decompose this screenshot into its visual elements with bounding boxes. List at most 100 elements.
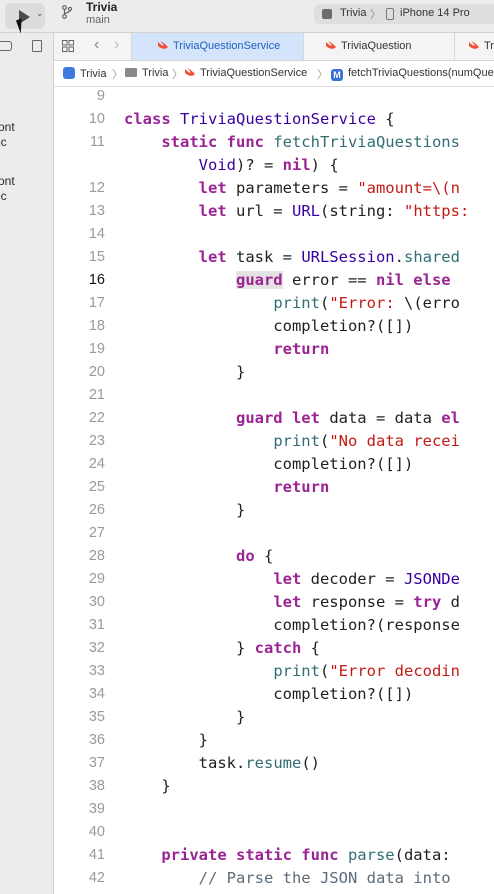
code-line[interactable]: 9 (54, 87, 494, 108)
code-line[interactable]: 15 let task = URLSession.shared (54, 246, 494, 269)
code-line[interactable]: 37 task.resume() (54, 752, 494, 775)
code-line[interactable]: 10 class TriviaQuestionService { (54, 108, 494, 131)
code-line[interactable]: 32 } catch { (54, 637, 494, 660)
project-name[interactable]: Trivia (86, 0, 117, 14)
code-text: Void)? = nil) { (124, 154, 339, 177)
code-token: (string: (319, 202, 404, 220)
code-token: fetchTriviaQuestions (273, 133, 460, 151)
line-number: 35 (88, 709, 105, 725)
code-line[interactable]: 22 guard let data = data el (54, 407, 494, 430)
line-number: 16 (88, 272, 105, 288)
tab-trivia-question-service[interactable]: TriviaQuestionService (131, 33, 303, 60)
code-token: (data: (394, 846, 451, 864)
code-line[interactable]: 31 completion?(response (54, 614, 494, 637)
code-line[interactable]: 17 print("Error: \(erro (54, 292, 494, 315)
code-token: d (450, 593, 460, 611)
code-line[interactable]: 26 } (54, 499, 494, 522)
code-token: \(erro (403, 294, 460, 312)
code-line[interactable]: 20 } (54, 361, 494, 384)
code-line[interactable]: 19 return (54, 338, 494, 361)
code-line[interactable]: 21 (54, 384, 494, 407)
code-token: "amount=\(n (357, 179, 460, 197)
line-number: 41 (88, 847, 105, 863)
breadcrumb-separator: 〉 (172, 69, 183, 81)
device-icon (386, 8, 394, 20)
swift-icon (326, 41, 336, 49)
code-text: guard error == nil else (124, 269, 451, 292)
back-arrow-icon[interactable]: ‹ (94, 36, 99, 54)
code-line[interactable]: 34 completion?([]) (54, 683, 494, 706)
document-icon[interactable] (32, 40, 42, 52)
code-line[interactable]: 12 let parameters = "amount=\(n (54, 177, 494, 200)
line-number: 30 (88, 594, 105, 610)
scheme-selector[interactable]: Trivia 〉 iPhone 14 Pro (314, 4, 494, 24)
code-line[interactable]: 27 (54, 522, 494, 545)
code-text: completion?([]) (124, 315, 413, 338)
code-token: completion?(response (124, 616, 460, 634)
code-text: } (124, 775, 171, 798)
code-line[interactable]: 30 let response = try d (54, 591, 494, 614)
scheme-separator: 〉 (370, 9, 381, 21)
code-line[interactable]: 23 print("No data recei (54, 430, 494, 453)
line-number: 11 (89, 134, 105, 150)
breadcrumb-item-method[interactable]: MfetchTriviaQuestions(numQue (331, 67, 494, 81)
code-text: do { (124, 545, 273, 568)
code-line[interactable]: 41 private static func parse(data: (54, 844, 494, 867)
tab-trivia-question[interactable]: TriviaQuestion (303, 33, 454, 60)
code-line[interactable]: 14 (54, 223, 494, 246)
breadcrumb-item-folder[interactable]: Trivia (125, 67, 168, 79)
scheme-icon (322, 9, 332, 19)
code-line[interactable]: 16 guard error == nil else (54, 269, 494, 292)
device-name: iPhone 14 Pro (400, 7, 470, 19)
line-number: 26 (88, 502, 105, 518)
code-token: // Parse the JSON data into (198, 869, 451, 887)
forward-arrow-icon[interactable]: › (114, 36, 119, 54)
code-token: parse (347, 846, 395, 864)
code-line[interactable]: 42 // Parse the JSON data into (54, 867, 494, 890)
line-number: 33 (88, 663, 105, 679)
code-line[interactable]: 33 print("Error decodin (54, 660, 494, 683)
breadcrumb-item-file[interactable]: TriviaQuestionService (185, 67, 307, 79)
code-token: guard (235, 271, 283, 289)
line-number: 15 (88, 249, 105, 265)
code-text: let decoder = JSONDe (124, 568, 460, 591)
code-line[interactable]: 36 } (54, 729, 494, 752)
panel-toggle-icon[interactable] (0, 41, 12, 51)
code-line[interactable]: 39 (54, 798, 494, 821)
code-line[interactable]: 11 static func fetchTriviaQuestions (54, 131, 494, 154)
code-token: url = (235, 202, 292, 220)
code-line[interactable]: Void)? = nil) { (54, 154, 494, 177)
code-text: completion?([]) (124, 453, 413, 476)
line-number: 32 (88, 640, 105, 656)
code-line[interactable]: 29 let decoder = JSONDe (54, 568, 494, 591)
grid-icon[interactable] (62, 40, 74, 52)
code-editor[interactable]: 9 10 class TriviaQuestionService {11 stati… (54, 87, 494, 894)
code-token: "Error decodin (329, 662, 460, 680)
tab-trivia[interactable]: Tr (454, 33, 494, 60)
code-line[interactable]: 40 (54, 821, 494, 844)
code-line[interactable]: 24 completion?([]) (54, 453, 494, 476)
code-text: class TriviaQuestionService { (124, 108, 395, 131)
code-line[interactable]: 18 completion?([]) (54, 315, 494, 338)
line-number: 31 (88, 617, 105, 633)
code-token: . (394, 248, 404, 266)
code-line[interactable]: 38 } (54, 775, 494, 798)
code-text: } (124, 706, 245, 729)
code-text: let response = try d (124, 591, 460, 614)
code-line[interactable]: 28 do { (54, 545, 494, 568)
code-token: )? = (235, 156, 283, 174)
code-token: } (124, 777, 171, 795)
app-icon (63, 67, 75, 79)
code-text: } (124, 729, 208, 752)
code-token: let (198, 248, 236, 266)
code-line[interactable]: 35 } (54, 706, 494, 729)
branch-name[interactable]: main (86, 14, 110, 26)
code-line[interactable]: 25 return (54, 476, 494, 499)
code-line[interactable]: 13 let url = URL(string: "https: (54, 200, 494, 223)
breadcrumb-item-project[interactable]: Trivia (63, 67, 106, 80)
